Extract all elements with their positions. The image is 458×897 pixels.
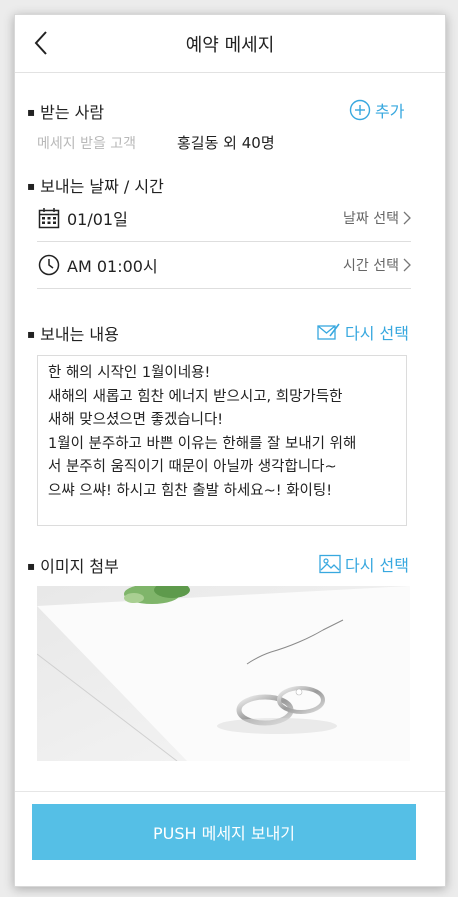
attachment-section-title: ▪ 이미지 첨부: [27, 553, 119, 577]
image-icon: [319, 554, 341, 574]
wedding-rings-photo-icon: [37, 586, 410, 761]
date-row[interactable]: 01/01일 날짜 선택: [37, 195, 411, 242]
recipient-field-label: 메세지 받을 고객: [37, 136, 137, 152]
footer-divider: [15, 791, 445, 792]
add-recipient-button[interactable]: 추가: [349, 98, 404, 122]
content-section-label: 보내는 내용: [40, 325, 119, 344]
date-value: 01/01일: [67, 210, 128, 229]
select-time-button[interactable]: 시간 선택: [343, 255, 411, 275]
select-time-label: 시간 선택: [343, 258, 399, 274]
page-title: 예약 메세지: [185, 35, 275, 56]
time-value: AM 01:00시: [67, 257, 158, 276]
bullet-icon: ▪: [27, 105, 36, 119]
recipient-section-title: ▪ 받는 사람: [27, 99, 104, 123]
clock-icon: [37, 253, 61, 277]
attached-image[interactable]: [37, 586, 410, 761]
add-recipient-label: 추가: [375, 102, 405, 121]
select-date-button[interactable]: 날짜 선택: [343, 208, 411, 228]
attachment-section-label: 이미지 첨부: [40, 557, 119, 576]
chevron-right-icon: [403, 258, 411, 272]
phone-screen: 예약 메세지 ▪ 받는 사람 추가 메세지 받을 고객 홍길동 외 40명 ▪ 보내…: [14, 14, 446, 887]
schedule-section-label: 보내는 날짜 / 시간: [40, 177, 164, 196]
select-date-label: 날짜 선택: [343, 211, 399, 227]
recipient-value[interactable]: 홍길동 외 40명: [177, 132, 275, 153]
message-text-area[interactable]: 한 해의 시작인 1월이네용! 새해의 새롭고 힘찬 에너지 받으시고, 희망가…: [37, 355, 407, 526]
calendar-icon: [37, 206, 61, 230]
reselect-message-label: 다시 선택: [345, 324, 409, 343]
envelope-edit-icon: [317, 323, 340, 340]
time-row[interactable]: AM 01:00시 시간 선택: [37, 242, 411, 289]
reselect-image-label: 다시 선택: [345, 556, 409, 575]
schedule-section-title: ▪ 보내는 날짜 / 시간: [27, 173, 164, 197]
app-header: 예약 메세지: [15, 15, 445, 73]
reselect-message-button[interactable]: 다시 선택: [317, 320, 409, 344]
send-push-button[interactable]: PUSH 메세지 보내기: [32, 804, 416, 860]
bullet-icon: ▪: [27, 327, 36, 341]
content-section-title: ▪ 보내는 내용: [27, 321, 119, 345]
plus-circle-icon: [349, 99, 371, 121]
reselect-image-button[interactable]: 다시 선택: [319, 552, 409, 576]
bullet-icon: ▪: [27, 559, 36, 573]
bullet-icon: ▪: [27, 179, 36, 193]
chevron-right-icon: [403, 211, 411, 225]
recipient-section-label: 받는 사람: [40, 103, 105, 122]
